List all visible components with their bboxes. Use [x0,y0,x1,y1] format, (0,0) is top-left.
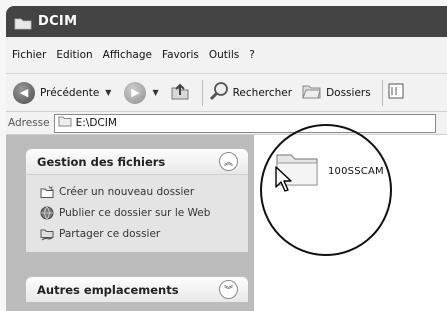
collapse-icon[interactable]: ︽ [219,152,238,171]
folder-icon [14,15,32,30]
other-places-panel: Autres emplacements ︾ [26,277,248,302]
task-new-folder[interactable]: Créer un nouveau dossier [40,181,248,202]
new-folder-icon [40,185,55,199]
highlight-circle [260,124,392,256]
up-folder-icon [169,80,191,105]
toolbar-separator [381,79,383,106]
forward-button[interactable]: ▶ ▼ [117,81,159,104]
folder-icon [58,116,72,130]
chevron-down-icon[interactable]: ▼ [152,88,158,97]
toolbar: ◀ Précédente ▼ ▶ ▼ Rechercher Dossiers [6,74,447,112]
explorer-window: DCIM Fichier Edition Affichage Favoris O… [0,0,447,311]
expand-icon[interactable]: ︾ [219,280,238,299]
folders-button[interactable]: Dossiers [298,81,371,104]
views-button[interactable] [388,83,404,102]
task-share-folder[interactable]: Partager ce dossier [40,223,248,244]
forward-arrow-icon: ▶ [124,81,147,104]
menu-favoris[interactable]: Favoris [162,49,199,61]
file-tasks-panel: Gestion des fichiers ︽ Créer un nouveau … [26,149,248,252]
menu-affichage[interactable]: Affichage [103,49,152,61]
chevron-down-icon[interactable]: ▼ [105,88,111,97]
folders-label: Dossiers [326,86,371,99]
file-tasks-list: Créer un nouveau dossier Publier ce doss… [26,174,248,252]
share-folder-icon [40,227,54,241]
panel-title: Gestion des fichiers [37,154,166,169]
back-button[interactable]: ◀ Précédente ▼ [6,81,111,104]
search-label: Rechercher [232,86,293,99]
search-button[interactable]: Rechercher [208,80,292,105]
menu-bar: Fichier Edition Affichage Favoris Outils… [6,37,447,74]
toolbar-separator [201,79,203,106]
folders-icon [301,81,323,104]
task-publish-web[interactable]: Publier ce dossier sur le Web [40,202,248,223]
task-label: Créer un nouveau dossier [59,185,195,198]
views-icon [388,83,404,102]
search-icon [208,80,230,105]
address-field[interactable]: E:\DCIM [53,113,436,133]
title-bar: DCIM [6,6,447,37]
window-title: DCIM [38,14,78,29]
address-label: Adresse [8,117,50,129]
menu-edition[interactable]: Edition [56,49,92,61]
menu-fichier[interactable]: Fichier [12,49,46,61]
back-arrow-icon: ◀ [13,81,35,104]
file-tasks-header[interactable]: Gestion des fichiers ︽ [26,149,248,174]
address-value: E:\DCIM [75,117,117,129]
globe-icon [40,206,54,220]
menu-outils[interactable]: Outils [209,49,239,61]
other-places-header[interactable]: Autres emplacements ︾ [26,277,248,302]
back-label: Précédente [40,86,100,99]
up-folder-button[interactable] [165,80,191,105]
task-pane: Gestion des fichiers ︽ Créer un nouveau … [6,135,254,311]
panel-title: Autres emplacements [37,282,179,297]
task-label: Partager ce dossier [59,227,161,240]
menu-help[interactable]: ? [249,49,255,61]
address-bar: Adresse E:\DCIM [6,112,447,135]
task-label: Publier ce dossier sur le Web [59,206,211,219]
